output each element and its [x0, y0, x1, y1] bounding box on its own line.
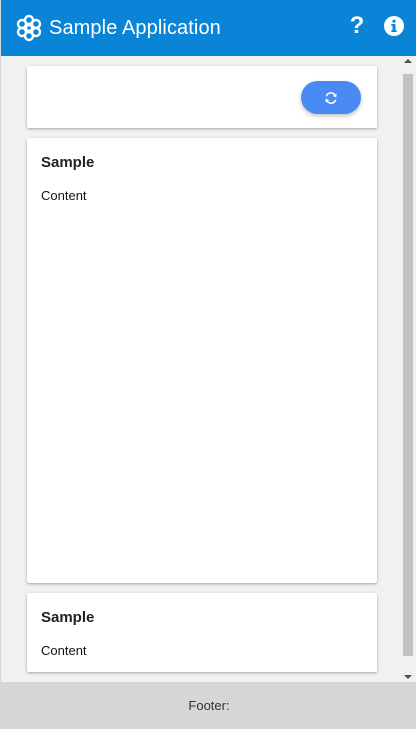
card-title: Sample — [41, 154, 95, 171]
card-body: Content — [41, 188, 87, 203]
card-title: Sample — [41, 609, 95, 626]
content-card: Sample Content — [27, 593, 377, 672]
app-title: Sample Application — [49, 16, 221, 39]
scroll-up-arrow-icon[interactable] — [404, 59, 412, 63]
info-icon[interactable] — [383, 15, 405, 37]
flower-logo-icon — [16, 14, 42, 42]
refresh-icon — [325, 91, 337, 104]
footer-label: Footer: — [188, 698, 230, 713]
scrollbar-thumb[interactable] — [403, 74, 413, 656]
content-card: Sample Content — [27, 138, 377, 583]
card-body: Content — [41, 643, 87, 658]
footer: Footer: — [1, 682, 416, 729]
app-window: Sample Application ? Sample Content Samp… — [0, 0, 416, 729]
toolbar-card — [27, 66, 377, 128]
refresh-button[interactable] — [301, 81, 361, 114]
help-button[interactable]: ? — [345, 14, 369, 38]
app-header: Sample Application ? — [1, 0, 416, 56]
scroll-content[interactable]: Sample Content Sample Content — [1, 56, 401, 682]
vertical-scrollbar[interactable] — [401, 56, 415, 682]
header-actions: ? — [345, 14, 405, 38]
scroll-down-arrow-icon[interactable] — [404, 675, 412, 679]
